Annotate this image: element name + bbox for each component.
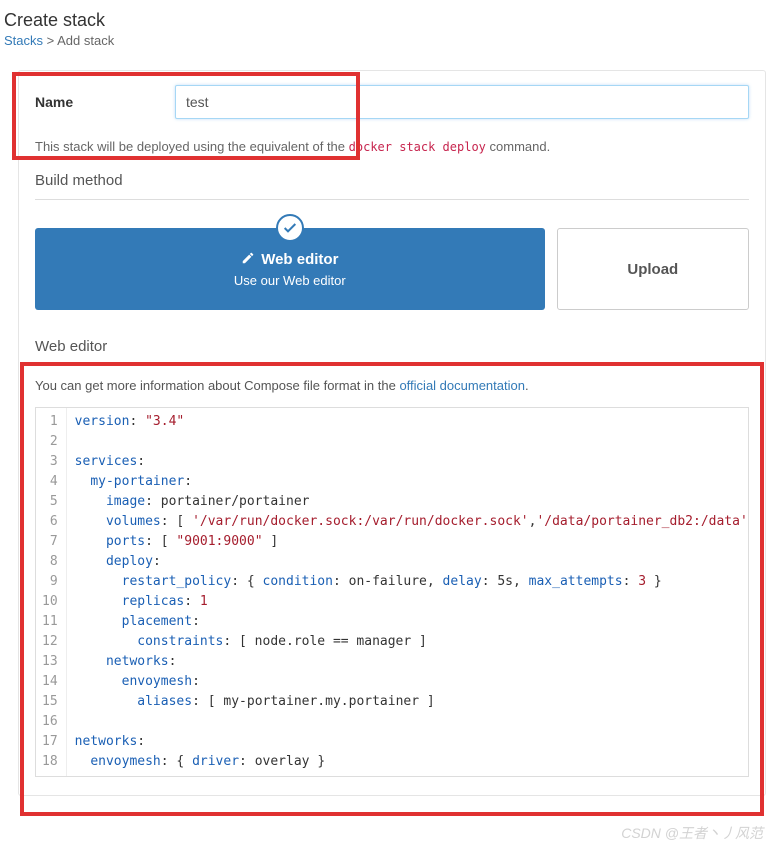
check-icon — [276, 214, 304, 242]
method-upload[interactable]: Upload — [557, 228, 749, 310]
hint-prefix: This stack will be deployed using the eq… — [35, 139, 349, 154]
hint-suffix: command. — [486, 139, 550, 154]
line-number: 10 — [42, 592, 58, 612]
line-number: 7 — [42, 532, 58, 552]
method-web-editor-title: Web editor — [241, 251, 338, 269]
name-input[interactable] — [175, 85, 749, 119]
line-number: 9 — [42, 572, 58, 592]
breadcrumb-link-stacks[interactable]: Stacks — [4, 33, 43, 48]
code-line[interactable]: envoymesh: — [75, 672, 740, 692]
name-label: Name — [35, 94, 175, 110]
code-line[interactable]: services: — [75, 452, 740, 472]
page-title: Create stack — [4, 10, 773, 31]
line-number: 11 — [42, 612, 58, 632]
line-number: 4 — [42, 472, 58, 492]
code-line[interactable]: image: portainer/portainer — [75, 492, 740, 512]
line-number: 15 — [42, 692, 58, 712]
line-number: 12 — [42, 632, 58, 652]
line-gutter: 123456789101112131415161718 — [36, 408, 67, 776]
line-number: 6 — [42, 512, 58, 532]
line-number: 18 — [42, 752, 58, 772]
hint-code: docker stack deploy — [349, 140, 486, 154]
line-number: 2 — [42, 432, 58, 452]
breadcrumb-sep: > — [43, 33, 57, 48]
breadcrumb: Stacks > Add stack — [4, 33, 773, 48]
code-line[interactable]: envoymesh: { driver: overlay } — [75, 752, 740, 772]
code-line[interactable] — [75, 432, 740, 452]
code-line[interactable]: replicas: 1 — [75, 592, 740, 612]
code-editor[interactable]: 123456789101112131415161718 version: "3.… — [35, 407, 749, 777]
method-web-editor-label: Web editor — [261, 251, 338, 268]
code-line[interactable]: placement: — [75, 612, 740, 632]
web-editor-title: Web editor — [35, 338, 749, 365]
line-number: 17 — [42, 732, 58, 752]
breadcrumb-current: Add stack — [57, 33, 114, 48]
line-number: 14 — [42, 672, 58, 692]
deploy-hint: This stack will be deployed using the eq… — [35, 139, 749, 154]
code-line[interactable]: constraints: [ node.role == manager ] — [75, 632, 740, 652]
page-header: Create stack Stacks > Add stack — [0, 0, 773, 56]
watermark: CSDN @王者丶丿风范 — [621, 823, 763, 843]
info-prefix: You can get more information about Compo… — [35, 378, 399, 393]
info-suffix: . — [525, 378, 529, 393]
code-line[interactable]: networks: — [75, 652, 740, 672]
code-line[interactable]: my-portainer: — [75, 472, 740, 492]
code-line[interactable]: deploy: — [75, 552, 740, 572]
code-line[interactable] — [75, 712, 740, 732]
build-method-title: Build method — [35, 172, 749, 200]
line-number: 3 — [42, 452, 58, 472]
build-methods: Web editor Use our Web editor Upload — [35, 228, 749, 310]
code-line[interactable]: volumes: [ '/var/run/docker.sock:/var/ru… — [75, 512, 740, 532]
line-number: 1 — [42, 412, 58, 432]
code-content[interactable]: version: "3.4" services: my-portainer: i… — [67, 408, 748, 776]
method-upload-label: Upload — [627, 261, 678, 278]
code-line[interactable]: version: "3.4" — [75, 412, 740, 432]
line-number: 16 — [42, 712, 58, 732]
code-line[interactable]: aliases: [ my-portainer.my.portainer ] — [75, 692, 740, 712]
code-line[interactable]: networks: — [75, 732, 740, 752]
line-number: 8 — [42, 552, 58, 572]
method-web-editor[interactable]: Web editor Use our Web editor — [35, 228, 545, 310]
edit-icon — [241, 251, 255, 269]
code-line[interactable]: ports: [ "9001:9000" ] — [75, 532, 740, 552]
docs-link[interactable]: official documentation — [399, 378, 525, 393]
line-number: 5 — [42, 492, 58, 512]
form-panel: Name This stack will be deployed using t… — [18, 70, 766, 796]
editor-info: You can get more information about Compo… — [35, 378, 749, 393]
code-line[interactable]: restart_policy: { condition: on-failure,… — [75, 572, 740, 592]
line-number: 13 — [42, 652, 58, 672]
method-web-editor-sub: Use our Web editor — [234, 273, 346, 288]
name-row: Name — [35, 85, 749, 119]
divider — [35, 365, 749, 366]
